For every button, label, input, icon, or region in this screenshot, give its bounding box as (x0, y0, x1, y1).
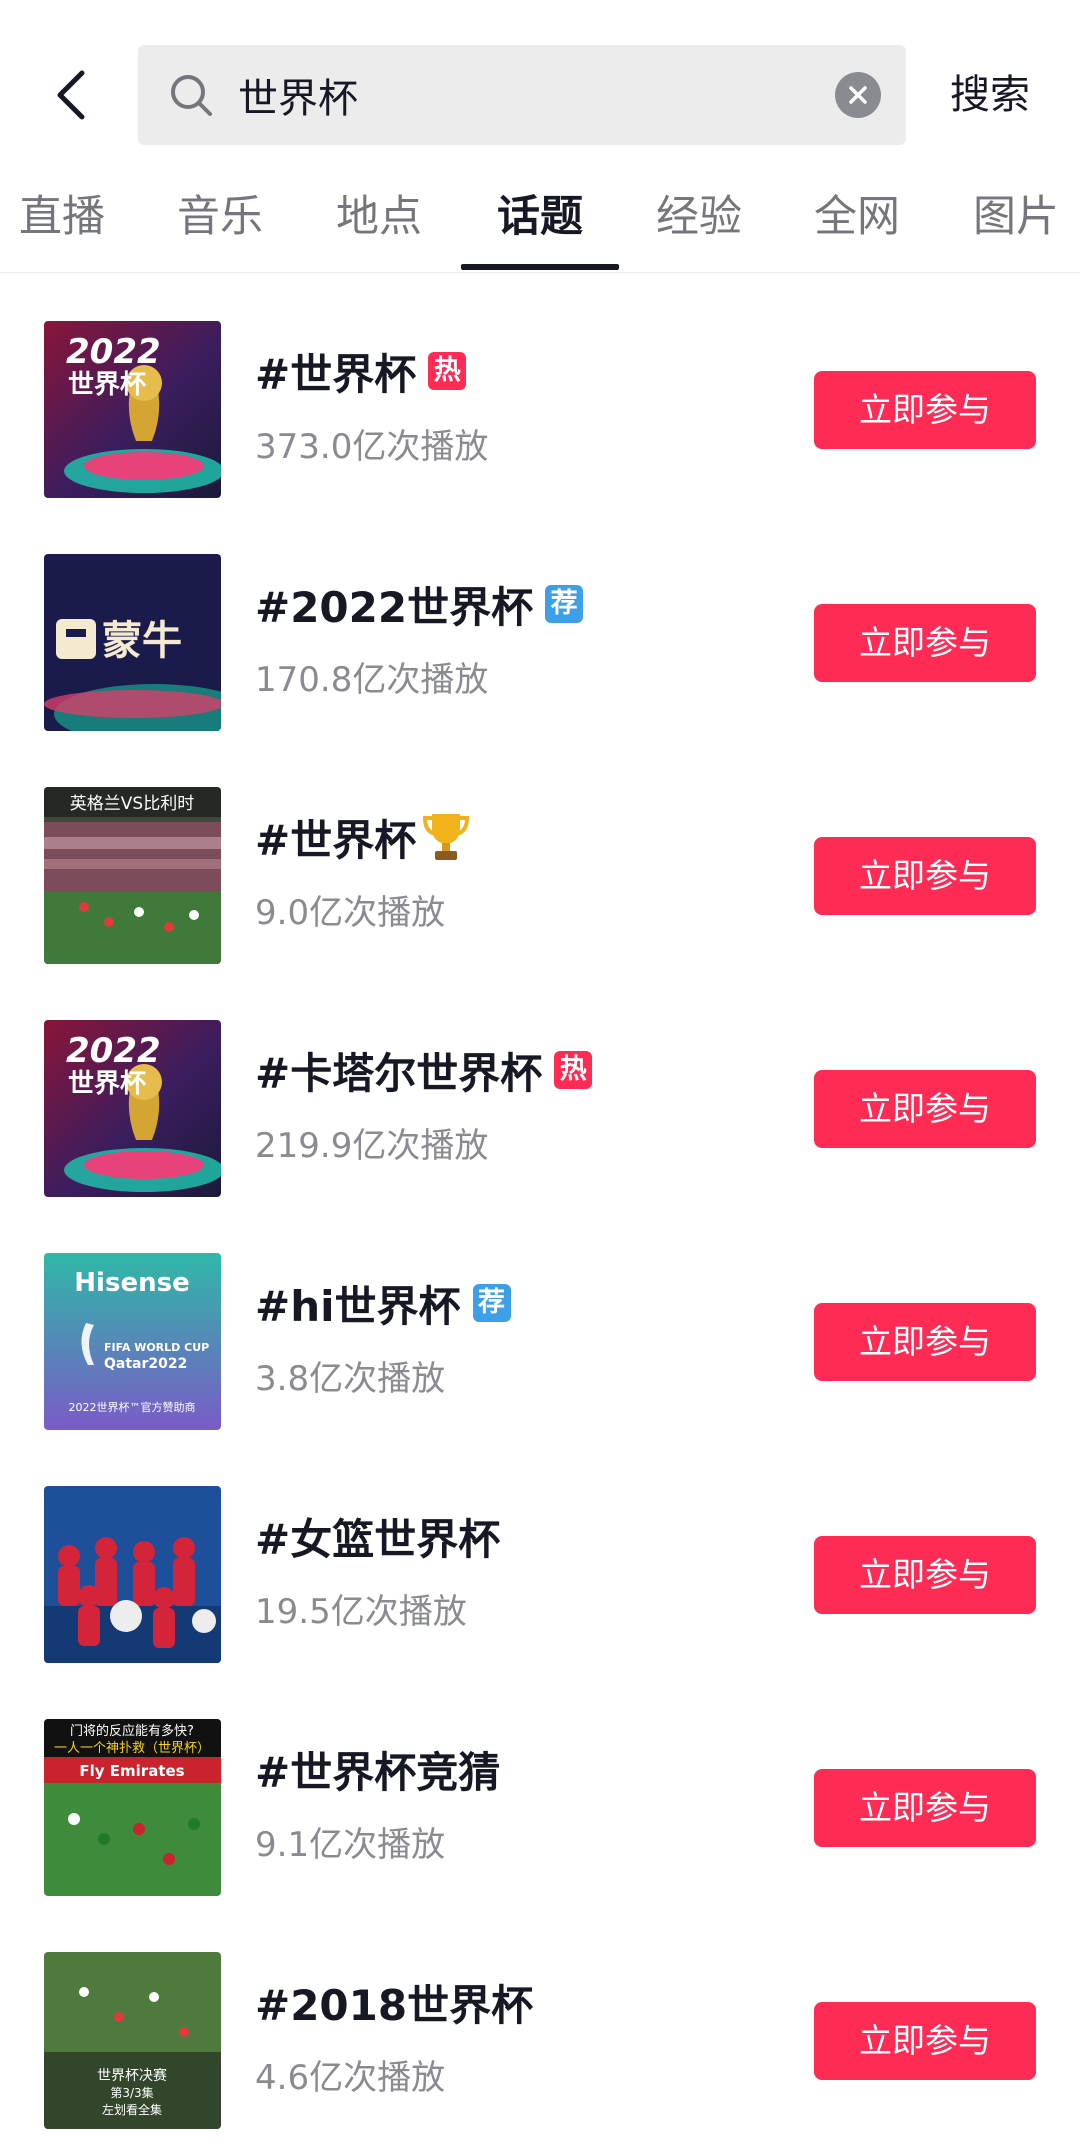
recommend-badge: 荐 (545, 585, 584, 623)
topic-thumbnail: 蒙牛 (44, 554, 221, 731)
thumb-text: 2022 (66, 1031, 161, 1071)
thumb-text: 世界杯 (68, 370, 146, 400)
join-button[interactable]: 立即参与 (814, 1769, 1036, 1847)
thumb-text: 一人一个神扑救（世界杯） (54, 1740, 210, 1756)
search-header: 搜索 (0, 0, 1080, 190)
tab-live[interactable]: 直播 (0, 178, 142, 272)
topic-views: 9.0亿次播放 (255, 893, 446, 933)
tab-images[interactable]: 图片 (936, 178, 1080, 272)
search-button[interactable]: 搜索 (950, 45, 1030, 145)
thumb-text: 世界杯 (68, 1069, 146, 1099)
topic-views: 219.9亿次播放 (255, 1126, 489, 1166)
topic-thumbnail (44, 1486, 221, 1663)
join-button[interactable]: 立即参与 (814, 1536, 1036, 1614)
topic-title: #卡塔尔世界杯 热 (255, 1042, 593, 1098)
thumb-text: FIFA WORLD CUP (104, 1341, 209, 1354)
topic-thumbnail: Hisense FIFA WORLD CUP Qatar2022 2022世界杯… (44, 1253, 221, 1430)
topic-title: #女篮世界杯 (255, 1508, 500, 1564)
topic-thumbnail: 门将的反应能有多快? 一人一个神扑救（世界杯） Fly Emirates (44, 1719, 221, 1896)
thumb-text: 门将的反应能有多快? (70, 1723, 194, 1739)
topic-title-text: #世界杯 (255, 815, 417, 865)
topic-views: 4.6亿次播放 (255, 2058, 446, 2098)
topic-thumbnail: 2022 世界杯 (44, 321, 221, 498)
hot-badge: 热 (428, 352, 467, 390)
topic-thumbnail: 英格兰VS比利时 (44, 787, 221, 964)
thumb-text: 2022 (66, 332, 161, 372)
thumb-text: 2022世界杯™官方赞助商 (69, 1400, 196, 1414)
tab-topics[interactable]: 话题 (460, 178, 620, 272)
topic-title: #2022世界杯 荐 (255, 576, 584, 632)
topic-views: 170.8亿次播放 (255, 660, 489, 700)
search-icon (171, 75, 212, 116)
tab-location[interactable]: 地点 (299, 178, 459, 272)
join-button[interactable]: 立即参与 (814, 371, 1036, 449)
topic-title-text: #2018世界杯 (255, 1980, 534, 2030)
topic-title-text: #世界杯 (255, 349, 417, 399)
thumb-text: Fly Emirates (79, 1762, 184, 1780)
join-button[interactable]: 立即参与 (814, 1070, 1036, 1148)
topic-title: #世界杯竞猜 (255, 1741, 500, 1797)
topic-title: #世界杯 (255, 809, 470, 865)
topic-title-text: #世界杯竞猜 (255, 1747, 501, 1797)
topic-row[interactable]: 门将的反应能有多快? 一人一个神扑救（世界杯） Fly Emirates #世界… (0, 1671, 1080, 1904)
join-button[interactable]: 立即参与 (814, 1303, 1036, 1381)
topic-title-text: #女篮世界杯 (255, 1514, 501, 1564)
thumb-text: Qatar2022 (104, 1356, 187, 1372)
thumb-text: 左划看全集 (102, 2102, 162, 2117)
search-box[interactable] (138, 45, 906, 145)
trophy-icon (423, 814, 470, 860)
thumb-text: Hisense (74, 1268, 189, 1298)
thumb-text: 世界杯决赛 (97, 2068, 167, 2084)
topic-thumbnail: 2022 世界杯 (44, 1020, 221, 1197)
recommend-badge: 荐 (472, 1284, 511, 1322)
topic-row[interactable]: 蒙牛 #2022世界杯 荐 170.8亿次播放 立即参与 (0, 506, 1080, 739)
topic-row[interactable]: 世界杯决赛 第3/3集 左划看全集 #2018世界杯 4.6亿次播放 立即参与 (0, 1904, 1080, 2137)
topic-title: #2018世界杯 (255, 1974, 533, 2030)
join-button[interactable]: 立即参与 (814, 837, 1036, 915)
topic-title: #hi世界杯 荐 (255, 1275, 511, 1331)
topic-row[interactable]: 2022 世界杯 #世界杯 热 373.0亿次播放 立即参与 (0, 273, 1080, 506)
thumb-text: 英格兰VS比利时 (70, 794, 194, 814)
topic-views: 19.5亿次播放 (255, 1592, 467, 1632)
topic-row[interactable]: 英格兰VS比利时 #世界杯 9.0亿次播放 立即参与 (0, 739, 1080, 972)
back-button[interactable] (38, 55, 102, 135)
topic-views: 3.8亿次播放 (255, 1359, 446, 1399)
tab-experience[interactable]: 经验 (619, 178, 779, 272)
close-icon (849, 86, 867, 104)
clear-search-button[interactable] (835, 72, 881, 118)
topic-views: 9.1亿次播放 (255, 1825, 446, 1865)
topic-title: #世界杯 热 (255, 343, 467, 399)
chevron-left-icon (57, 70, 85, 120)
search-input[interactable] (238, 45, 798, 145)
tab-music[interactable]: 音乐 (140, 178, 300, 272)
topic-title-text: #hi世界杯 (255, 1281, 461, 1331)
tab-web[interactable]: 全网 (777, 178, 937, 272)
topic-row[interactable]: #女篮世界杯 19.5亿次播放 立即参与 (0, 1438, 1080, 1671)
topic-views: 373.0亿次播放 (255, 427, 489, 467)
category-tabs: 直播 音乐 地点 话题 经验 全网 图片 (0, 178, 1080, 273)
topic-title-text: #卡塔尔世界杯 (255, 1048, 543, 1098)
join-button[interactable]: 立即参与 (814, 604, 1036, 682)
join-button[interactable]: 立即参与 (814, 2002, 1036, 2080)
topic-title-text: #2022世界杯 (255, 582, 534, 632)
hot-badge: 热 (554, 1051, 593, 1089)
topic-row[interactable]: 2022 世界杯 #卡塔尔世界杯 热 219.9亿次播放 立即参与 (0, 972, 1080, 1205)
thumb-text: 蒙牛 (102, 618, 182, 664)
topic-row[interactable]: Hisense FIFA WORLD CUP Qatar2022 2022世界杯… (0, 1205, 1080, 1438)
thumb-text: 第3/3集 (110, 2085, 153, 2100)
topic-thumbnail: 世界杯决赛 第3/3集 左划看全集 (44, 1952, 221, 2129)
active-tab-indicator (461, 264, 619, 270)
